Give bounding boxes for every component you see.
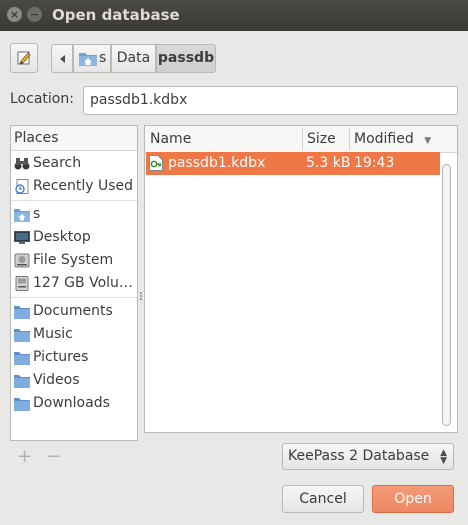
sidebar-item-pictures[interactable]: Pictures <box>11 346 137 369</box>
places-sidebar: Places Search Recently Used s Desktop Fi… <box>10 125 138 441</box>
sidebar-item-documents[interactable]: Documents <box>11 300 137 323</box>
location-label: Location: <box>10 91 74 107</box>
folder-icon <box>14 329 30 342</box>
minimize-window-button[interactable]: − <box>27 7 42 22</box>
sidebar-item-label: File System <box>33 252 114 268</box>
column-header-label: Modified <box>354 131 414 147</box>
sidebar-item-label: Recently Used <box>33 178 134 194</box>
breadcrumb-label: passdb <box>157 50 215 66</box>
file-list: Name Size Modified ▼ passdb1.kdbx 5.3 kB… <box>144 125 458 433</box>
places-header: Places <box>11 126 137 151</box>
breadcrumb-label: s <box>99 50 107 66</box>
places-divider <box>11 200 137 201</box>
column-header-size[interactable]: Size <box>302 126 349 152</box>
breadcrumb-item-passdb[interactable]: passdb <box>156 44 216 73</box>
title-bar: × − Open database <box>0 0 468 31</box>
harddisk-icon <box>14 253 30 268</box>
recent-document-icon <box>15 179 29 194</box>
location-input[interactable]: passdb1.kdbx <box>83 86 458 115</box>
pencil-icon <box>17 51 31 65</box>
pane-resize-handle[interactable] <box>139 292 143 301</box>
column-header-modified[interactable]: Modified ▼ <box>349 126 439 152</box>
type-location-button[interactable] <box>10 43 38 73</box>
sidebar-item-label: Videos <box>33 372 80 388</box>
scrollbar-thumb[interactable] <box>442 164 451 426</box>
file-type-label: KeePass 2 Database <box>288 448 430 464</box>
binoculars-icon <box>14 158 30 170</box>
desktop-icon <box>14 231 30 244</box>
file-name: passdb1.kdbx <box>168 155 266 171</box>
add-bookmark-button[interactable]: + <box>17 448 32 466</box>
cancel-button[interactable]: Cancel <box>282 485 364 513</box>
folder-icon <box>14 398 30 411</box>
breadcrumb-item-home[interactable]: s <box>73 44 111 73</box>
sidebar-item-music[interactable]: Music <box>11 323 137 346</box>
sidebar-item-label: Search <box>33 155 82 171</box>
sidebar-item-label: 127 GB Volu… <box>33 275 133 291</box>
file-list-header: Name Size Modified ▼ <box>145 126 457 153</box>
breadcrumb-item-data[interactable]: Data <box>111 44 156 73</box>
sidebar-item-home[interactable]: s <box>11 203 137 226</box>
breadcrumb-label: Data <box>116 50 151 66</box>
drive-icon <box>15 276 29 291</box>
vertical-scrollbar[interactable] <box>441 152 453 430</box>
sidebar-item-recently-used[interactable]: Recently Used <box>11 175 137 198</box>
sort-descending-icon: ▼ <box>424 136 432 146</box>
sidebar-item-label: Pictures <box>33 349 89 365</box>
sidebar-item-label: Documents <box>33 303 113 319</box>
remove-bookmark-button[interactable]: − <box>46 448 61 466</box>
places-divider <box>11 297 137 298</box>
file-type-select[interactable]: KeePass 2 Database ▲ ▼ <box>282 443 454 470</box>
select-arrows-icon: ▲ ▼ <box>440 448 447 466</box>
window-title: Open database <box>52 6 180 24</box>
sidebar-item-label: Music <box>33 326 73 342</box>
file-modified: 19:43 <box>354 155 395 171</box>
sidebar-item-videos[interactable]: Videos <box>11 369 137 392</box>
home-folder-icon <box>14 209 30 222</box>
sidebar-item-desktop[interactable]: Desktop <box>11 226 137 249</box>
folder-icon <box>14 375 30 388</box>
folder-icon <box>14 352 30 365</box>
home-folder-icon <box>79 53 97 66</box>
table-row[interactable]: passdb1.kdbx 5.3 kB 19:43 <box>146 152 440 175</box>
keepass-file-icon <box>149 155 163 171</box>
sidebar-item-downloads[interactable]: Downloads <box>11 392 137 415</box>
sidebar-item-search[interactable]: Search <box>11 152 137 175</box>
sidebar-item-file-system[interactable]: File System <box>11 249 137 272</box>
sidebar-item-volume[interactable]: 127 GB Volu… <box>11 272 137 295</box>
close-window-button[interactable]: × <box>7 7 22 22</box>
file-size: 5.3 kB <box>306 155 351 171</box>
path-back-button[interactable] <box>51 44 73 73</box>
sidebar-item-label: Downloads <box>33 395 110 411</box>
column-header-name[interactable]: Name <box>145 126 302 152</box>
folder-icon <box>14 306 30 319</box>
sidebar-item-label: Desktop <box>33 229 91 245</box>
chevron-left-icon <box>60 55 65 63</box>
open-button[interactable]: Open <box>372 485 454 513</box>
sidebar-item-label: s <box>33 206 41 222</box>
